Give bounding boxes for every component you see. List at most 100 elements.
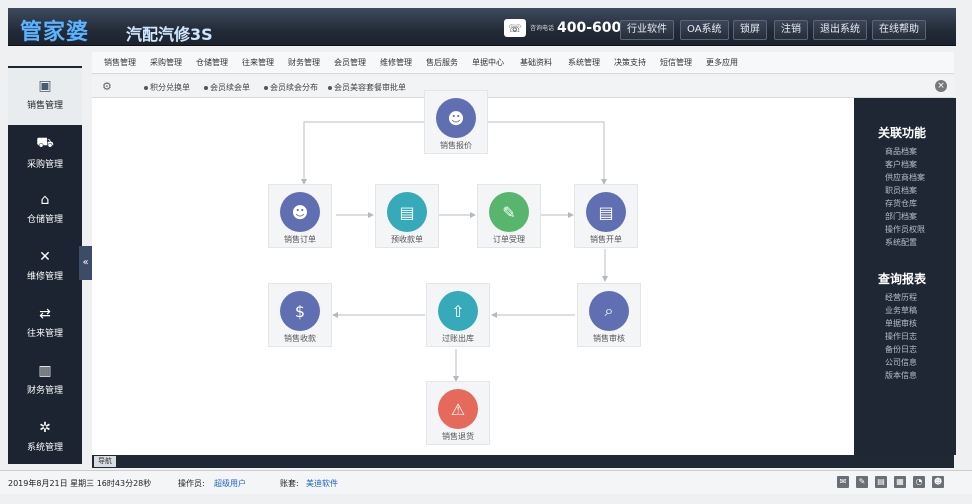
related-link[interactable]: 客户档案 [885, 159, 917, 170]
tab-item[interactable]: 会员续会分布 [264, 82, 318, 93]
flow-node-sales-invoice[interactable]: ▤ 销售开单 [574, 184, 638, 248]
menu-item[interactable]: 系统管理 [568, 57, 600, 68]
user-icon[interactable]: ☻ [932, 476, 944, 488]
tab-item[interactable]: 积分兑换单 [144, 82, 190, 93]
report-link[interactable]: 操作日志 [885, 331, 917, 342]
box-warning-icon: ⚠ [438, 389, 478, 429]
related-link[interactable]: 职员档案 [885, 185, 917, 196]
collapse-sidebar-button[interactable]: « [79, 246, 92, 280]
menu-item[interactable]: 采购管理 [150, 57, 182, 68]
menu-item[interactable]: 销售管理 [104, 57, 136, 68]
sidebar-item-warehouse[interactable]: ⌂ 仓储管理 [8, 182, 82, 239]
flow-node-post-outbound[interactable]: ⇧ 过账出库 [426, 283, 490, 347]
lock-screen-button[interactable]: 锁屏 [733, 20, 767, 40]
industry-software-button[interactable]: 行业软件 [620, 20, 674, 40]
dot-icon [204, 85, 208, 90]
money-bag-icon: $ [280, 291, 320, 331]
main-menu: 销售管理 采购管理 仓储管理 往来管理 财务管理 会员管理 维修管理 售后服务 … [92, 52, 954, 74]
calculator-icon[interactable]: ▦ [894, 476, 906, 488]
sidebar-item-finance[interactable]: ▥ 财务管理 [8, 353, 82, 410]
flow-node-sales-review[interactable]: ⌕ 销售审核 [577, 283, 641, 347]
notebook-icon[interactable]: ▤ [875, 476, 887, 488]
menu-item[interactable]: 短信管理 [660, 57, 692, 68]
report-link[interactable]: 经营历程 [885, 292, 917, 303]
flow-node-advance-receipt[interactable]: ▤ 预收款单 [375, 184, 439, 248]
menu-item[interactable]: 维修管理 [380, 57, 412, 68]
report-link[interactable]: 备份日志 [885, 344, 917, 355]
flow-node-sales-quote[interactable]: ☻ 销售报价 [424, 90, 488, 154]
oa-system-button[interactable]: OA系统 [680, 20, 729, 40]
exit-system-button[interactable]: 退出系统 [813, 20, 867, 40]
related-link[interactable]: 商品档案 [885, 146, 917, 157]
tab-label: 积分兑换单 [150, 83, 190, 92]
related-link[interactable]: 系统配置 [885, 237, 917, 248]
tab-item[interactable]: 会员续会单 [204, 82, 250, 93]
flow-node-label: 销售收款 [284, 334, 316, 343]
sidebar-item-label: 往来管理 [26, 329, 63, 339]
tab-label: 会员续会分布 [270, 83, 318, 92]
menu-item[interactable]: 会员管理 [334, 57, 366, 68]
related-link[interactable]: 存货仓库 [885, 198, 917, 209]
sidebar-item-system[interactable]: ✲ 系统管理 [8, 410, 82, 467]
company-name[interactable]: 美迪软件 [306, 478, 338, 489]
status-bar: 2019年8月21日 星期三 16时43分28秒 操作员: 超级用户 账套: 美… [0, 470, 972, 494]
app-window: 管家婆 汽配汽修3S ☏ 咨询电话 400-600-8797 行业软件 OA系统… [0, 0, 972, 504]
edit-icon[interactable]: ✎ [856, 476, 868, 488]
related-functions-title: 关联功能 [878, 126, 927, 140]
report-link[interactable]: 业务草稿 [885, 305, 917, 316]
operator-name[interactable]: 超级用户 [214, 478, 246, 489]
menu-item[interactable]: 往来管理 [242, 57, 274, 68]
flow-node-sales-order[interactable]: ☻ 销售订单 [268, 184, 332, 248]
search-person-icon: ⌕ [589, 291, 629, 331]
settings-gear-icon[interactable]: ⚙ [102, 80, 112, 93]
report-link[interactable]: 版本信息 [885, 370, 917, 381]
exchange-icon: ⇄ [39, 306, 51, 322]
tab-bar: 积分兑换单 会员续会单 会员续会分布 会员美容套餐审批单 [92, 76, 954, 98]
online-help-button[interactable]: 在线帮助 [872, 20, 926, 40]
sidebar-item-repair[interactable]: ✕ 维修管理 [8, 239, 82, 296]
product-name: 汽配汽修3S [126, 25, 213, 44]
report-link[interactable]: 公司信息 [885, 357, 917, 368]
sidebar-item-label: 采购管理 [26, 160, 63, 170]
flow-node-sales-return[interactable]: ⚠ 销售退货 [426, 381, 490, 445]
message-icon[interactable]: ✉ [837, 476, 849, 488]
person-cart-icon: ☻ [280, 192, 320, 232]
menu-item[interactable]: 基础资料 [520, 57, 552, 68]
related-link[interactable]: 操作员权限 [885, 224, 925, 235]
close-icon[interactable]: × [935, 80, 947, 92]
sidebar-item-label: 仓储管理 [26, 215, 63, 225]
nav-tab[interactable]: 导航 [94, 456, 116, 467]
warehouse-icon: ⌂ [40, 192, 50, 208]
company-label: 账套: [280, 479, 299, 488]
phone-icon: ☏ [504, 19, 526, 37]
query-reports-title: 查询报表 [878, 272, 927, 286]
sidebar-item-label: 系统管理 [26, 443, 63, 453]
sidebar-item-purchase[interactable]: ⛟ 采购管理 [8, 125, 82, 182]
flow-node-sales-collection[interactable]: $ 销售收款 [268, 283, 332, 347]
related-link[interactable]: 供应商档案 [885, 172, 925, 183]
sidebar-item-sales[interactable]: ▣ 销售管理 [8, 68, 82, 125]
sidebar-item-accounts[interactable]: ⇄ 往来管理 [8, 296, 82, 353]
menu-item[interactable]: 售后服务 [426, 57, 458, 68]
sidebar-item-label: 维修管理 [26, 272, 63, 282]
flow-node-order-accept[interactable]: ✎ 订单受理 [477, 184, 541, 248]
dot-icon [328, 85, 332, 90]
logout-button[interactable]: 注销 [774, 20, 808, 40]
flow-node-label: 销售报价 [440, 141, 472, 150]
menu-item[interactable]: 更多应用 [706, 57, 738, 68]
gear-icon: ✲ [39, 420, 51, 436]
menu-item[interactable]: 财务管理 [288, 57, 320, 68]
flow-node-label: 销售订单 [284, 235, 316, 244]
dot-icon [264, 85, 268, 90]
related-link[interactable]: 部门档案 [885, 211, 917, 222]
menu-item[interactable]: 决策支持 [614, 57, 646, 68]
dot-icon [144, 85, 148, 90]
menu-item[interactable]: 单据中心 [472, 57, 504, 68]
report-link[interactable]: 单据审核 [885, 318, 917, 329]
clock-icon[interactable]: ◔ [913, 476, 925, 488]
menu-item[interactable]: 仓储管理 [196, 57, 228, 68]
tab-item[interactable]: 会员美容套餐审批单 [328, 82, 406, 93]
flow-node-label: 销售审核 [593, 334, 625, 343]
box-upload-icon: ⇧ [438, 291, 478, 331]
person-doc-icon: ☻ [436, 98, 476, 138]
